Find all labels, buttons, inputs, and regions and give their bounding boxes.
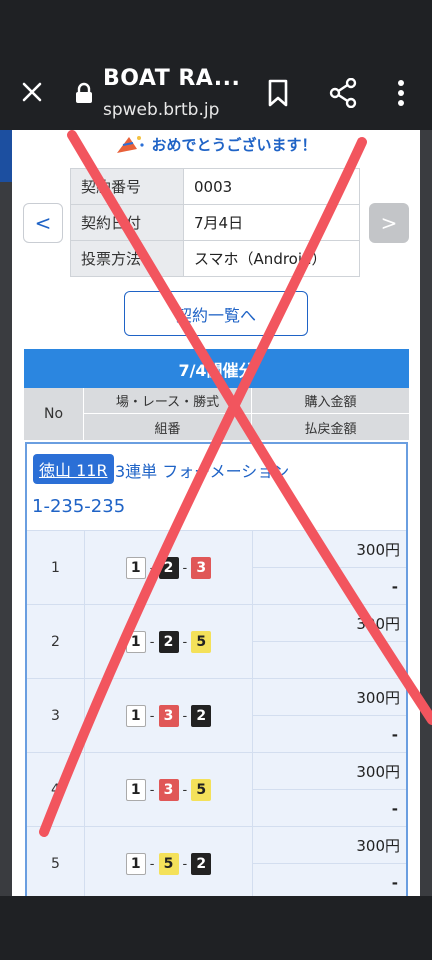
purchase-amount: 300円 — [253, 753, 406, 790]
contract-list-button[interactable]: 契約一覧へ — [124, 291, 308, 336]
boat-combo: 1- 5- 2 — [85, 827, 253, 896]
col-payout: 払戻金額 — [304, 421, 357, 437]
purchase-amount: 300円 — [253, 679, 406, 716]
contract-number-value: 0003 — [183, 168, 360, 205]
table-row: 契約日付 7月4日 — [70, 204, 360, 241]
bet-type: 3連単 フォーメーション — [115, 462, 290, 481]
race-block: 徳山 11R 3連単 フォーメーション 1-235-235 1 1- 2- 3 … — [25, 442, 408, 896]
table-row: 2 1- 2- 5 300円 - — [27, 604, 406, 679]
prev-contract-button[interactable]: < — [23, 203, 63, 243]
lock-icon — [74, 82, 94, 104]
boat-badge: 1 — [125, 557, 146, 579]
page-url[interactable]: spweb.brtb.jp — [103, 100, 219, 120]
purchase-amount: 300円 — [253, 827, 406, 864]
purchase-amount: 300円 — [253, 605, 406, 642]
result-sheet: おめでとうございます！ < 契約番号 0003 契約日付 7月4日 投票方法 ス… — [12, 130, 420, 896]
contract-number-label: 契約番号 — [70, 168, 184, 205]
contract-date-value: 7月4日 — [183, 204, 360, 241]
next-contract-button[interactable]: > — [369, 203, 409, 243]
background-strip-left — [0, 130, 12, 896]
page-title: BOAT RA... — [103, 66, 241, 91]
boat-badge: 2 — [158, 557, 179, 579]
chevron-right-icon: > — [380, 211, 398, 235]
boat-badge: 2 — [191, 705, 212, 727]
boat-combo: 1- 3- 2 — [85, 679, 253, 753]
boat-badge: 1 — [125, 853, 146, 875]
table-row: 5 1- 5- 2 300円 - — [27, 826, 406, 896]
boat-badge: 5 — [191, 631, 212, 653]
boat-badge: 1 — [125, 705, 146, 727]
boat-badge: 2 — [191, 853, 212, 875]
boat-badge: 3 — [158, 779, 179, 801]
bet-no: 1 — [27, 531, 85, 605]
day-header: 7/4開催分 — [24, 349, 409, 388]
bookmark-icon[interactable] — [262, 76, 294, 110]
browser-toolbar: BOAT RA... spweb.brtb.jp — [0, 0, 432, 130]
payout-amount: - — [391, 799, 398, 818]
boat-badge: 1 — [125, 779, 146, 801]
congrats-text: おめでとうございます！ — [151, 135, 317, 154]
table-row: 3 1- 3- 2 300円 - — [27, 678, 406, 753]
boat-badge: 1 — [125, 631, 146, 653]
payout-amount: - — [391, 725, 398, 744]
column-header: No 場・レース・勝式 組番 購入金額 払戻金額 — [24, 388, 409, 440]
boat-combo: 1- 3- 5 — [85, 753, 253, 827]
table-row: 1 1- 2- 3 300円 - — [27, 530, 406, 605]
table-row: 投票方法 スマホ（Android） — [70, 240, 360, 277]
boat-badge: 3 — [158, 705, 179, 727]
table-row: 契約番号 0003 — [70, 168, 360, 205]
system-nav-bar — [0, 896, 432, 960]
payout-amount: - — [391, 873, 398, 892]
congrats-banner: おめでとうございます！ — [12, 130, 420, 158]
web-page: おめでとうございます！ < 契約番号 0003 契約日付 7月4日 投票方法 ス… — [0, 130, 432, 896]
boat-badge: 5 — [158, 853, 179, 875]
col-combo: 組番 — [84, 414, 252, 440]
payout-amount: - — [391, 577, 398, 596]
contract-info-table: 契約番号 0003 契約日付 7月4日 投票方法 スマホ（Android） — [70, 168, 360, 277]
table-row: 4 1- 3- 5 300円 - — [27, 752, 406, 827]
race-link[interactable]: 徳山 11R — [33, 454, 114, 484]
purchase-amount: 300円 — [253, 531, 406, 568]
col-race-info: 場・レース・勝式 — [84, 388, 252, 414]
bet-no: 5 — [27, 827, 85, 896]
boat-badge: 2 — [158, 631, 179, 653]
close-icon[interactable] — [14, 74, 50, 110]
vote-method-value: スマホ（Android） — [183, 240, 360, 277]
boat-badge: 3 — [191, 557, 212, 579]
race-link-text: 徳山 11R — [39, 461, 108, 480]
bet-no: 4 — [27, 753, 85, 827]
bet-no: 3 — [27, 679, 85, 753]
background-strip-right — [420, 130, 432, 896]
formation-combo: 1-235-235 — [32, 496, 126, 517]
col-purchase: 購入金額 — [252, 388, 409, 414]
boat-combo: 1- 2- 3 — [85, 531, 253, 605]
boat-badge: 5 — [191, 779, 212, 801]
boat-combo: 1- 2- 5 — [85, 605, 253, 679]
more-vert-icon[interactable] — [388, 76, 414, 110]
party-popper-icon — [115, 133, 145, 155]
contract-date-label: 契約日付 — [70, 204, 184, 241]
chevron-left-icon: < — [34, 211, 52, 235]
bet-no: 2 — [27, 605, 85, 679]
payout-amount: - — [391, 651, 398, 670]
col-no: No — [24, 388, 84, 440]
vote-method-label: 投票方法 — [70, 240, 184, 277]
share-icon[interactable] — [326, 76, 360, 110]
